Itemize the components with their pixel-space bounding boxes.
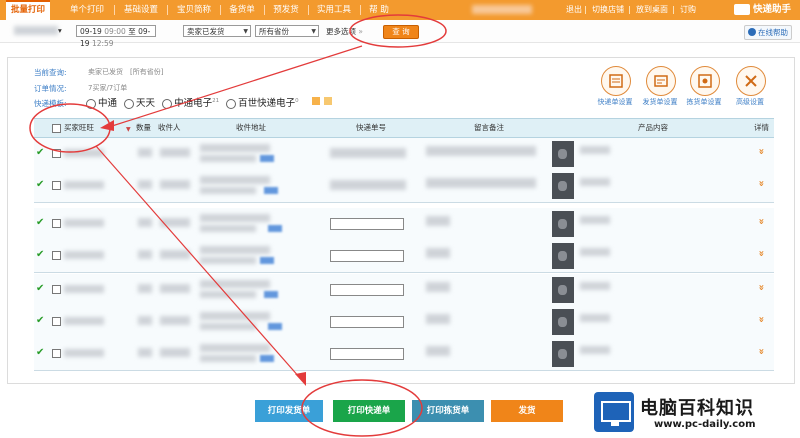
- arrow-head-icon: [100, 120, 114, 131]
- annotation-arrow-1: [111, 45, 363, 127]
- watermark: 电脑百科知识 www.pc-daily.com: [590, 388, 800, 438]
- annotation-circle-print-express: [301, 379, 423, 437]
- annotation-layer: [29, 14, 447, 437]
- watermark-url: www.pc-daily.com: [654, 419, 756, 430]
- annotation-arrow-2: [95, 145, 301, 379]
- arrow-head-icon: [295, 372, 306, 386]
- annotation-circle-select-all: [29, 103, 111, 153]
- monitor-logo-icon: [594, 392, 634, 432]
- watermark-title: 电脑百科知识: [640, 398, 754, 419]
- annotation-circle-query: [349, 14, 447, 48]
